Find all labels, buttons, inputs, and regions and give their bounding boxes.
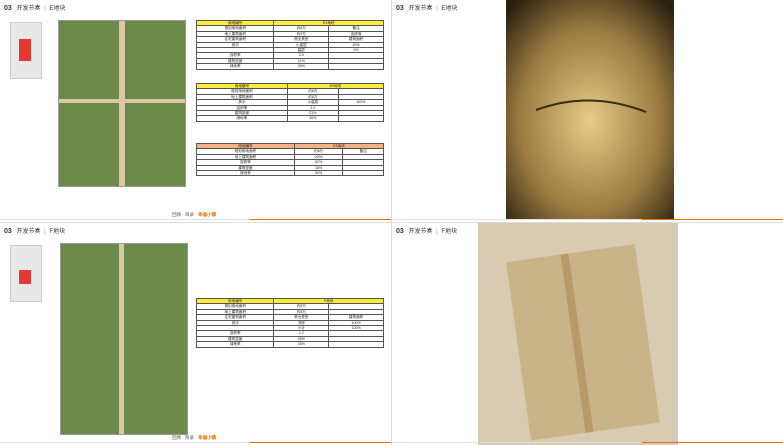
slide-f-plan[interactable]: 03 开发节奏 | F地块 用地编号 F地块 规划用地面积 约8万 地上建筑面积 约8… (0, 223, 391, 445)
data-table-e3: 用地编号 E3地块 规划用地面积 约6万 备注 地上建筑面积 2000 容积率 52% 建… (196, 142, 385, 177)
key-map (10, 22, 42, 79)
section-title: 开发节奏 (16, 6, 41, 12)
slide-header: 03 开发节奏 | E地块 (396, 5, 458, 12)
section-title: 开发节奏 (16, 229, 41, 235)
data-table-e2: 用地编号 E2地块 规划用地面积 约8万 地上建筑面积 约8万 其中 小高层 100% 容… (196, 82, 385, 122)
key-map-highlight (19, 270, 31, 284)
section-number: 03 (396, 228, 404, 235)
block-label: E地块 (441, 6, 458, 12)
slide-e-plan[interactable]: 03 开发节奏 | E地块 用地编号 E1地块 规划用地面积 约8万 备注 地上建筑面… (0, 0, 391, 222)
key-map (10, 245, 42, 302)
footer-nav[interactable]: 回顾 · 目录 · 幸福小镇 (172, 435, 216, 441)
key-map-highlight (19, 39, 31, 61)
footer-current: 幸福小镇 (198, 435, 217, 440)
section-title: 开发节奏 (408, 229, 433, 235)
slide-grid: 03 开发节奏 | E地块 用地编号 E1地块 规划用地面积 约8万 备注 地上建筑面… (0, 0, 783, 445)
section-number: 03 (396, 5, 404, 12)
footer-nav[interactable]: 回顾 · 目录 · 幸福小镇 (172, 212, 216, 218)
data-table-e1: 用地编号 E1地块 规划用地面积 约8万 备注 地上建筑面积 约9万 含底商 住宅建筑面积… (195, 19, 384, 70)
block-label: E地块 (49, 6, 66, 12)
data-table-f: 用地编号 F地块 规划用地面积 约8万 地上建筑面积 约8万 住宅建筑面积 物业类型 建筑… (195, 297, 384, 348)
slide-header: 03 开发节奏 | F地块 (4, 228, 66, 235)
slide-e-render[interactable]: 03 开发节奏 | E地块 (392, 0, 783, 222)
slide-header: 03 开发节奏 | E地块 (4, 5, 66, 12)
site-plan-image (58, 20, 186, 187)
site-plan-image (60, 243, 188, 435)
block-label: F地块 (441, 229, 458, 235)
section-title: 开发节奏 (408, 6, 433, 12)
section-number: 03 (4, 228, 12, 235)
slide-f-render[interactable]: 03 开发节奏 | F地块 (392, 223, 783, 445)
aerial-render-image (478, 223, 678, 445)
aerial-render-image (506, 0, 674, 220)
section-number: 03 (4, 5, 12, 12)
footer-current: 幸福小镇 (198, 212, 217, 217)
block-label: F地块 (49, 229, 66, 235)
slide-header: 03 开发节奏 | F地块 (396, 228, 458, 235)
